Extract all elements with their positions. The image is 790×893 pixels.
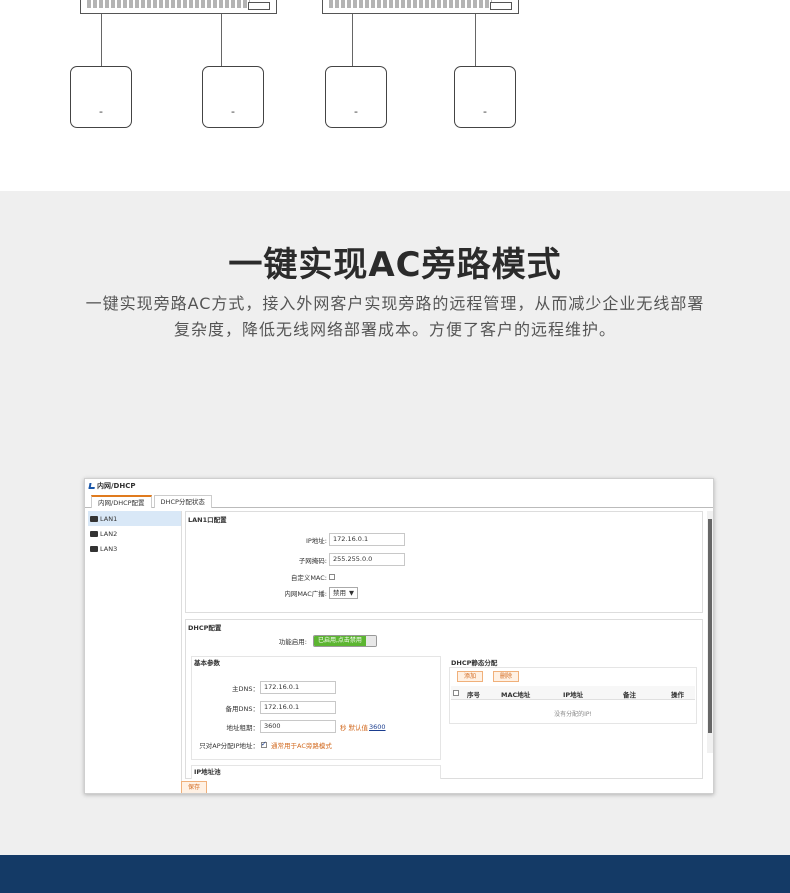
lan-sidebar: LAN1 LAN2 LAN3 <box>88 511 182 793</box>
tab-dhcp-status[interactable]: DHCP分配状态 <box>153 495 212 508</box>
lease-input[interactable]: 3600 <box>260 720 336 733</box>
ap-only-row: 只对AP分配IP地址： 通常用于AC旁路模式 <box>185 740 332 750</box>
sidebar-item-lan3[interactable]: LAN3 <box>88 541 181 556</box>
dhcp-config-title: DHCP配置 <box>188 624 222 632</box>
dhcp-enable-toggle[interactable]: 已启用,点击禁用 <box>313 635 377 647</box>
ip-pool-title: IP地址池 <box>194 768 221 776</box>
ip-input[interactable]: 172.16.0.1 <box>329 533 405 546</box>
ap-label: - <box>483 105 487 118</box>
static-table-header: 序号 MAC地址 IP地址 备注 操作 <box>451 686 695 700</box>
mask-row: 子网掩码: 255.255.0.0 <box>185 553 405 566</box>
ap-device-box: - <box>70 66 132 128</box>
lan-port-icon <box>90 545 98 552</box>
switch-left <box>80 0 277 14</box>
ip-pool-group <box>191 765 441 779</box>
broadcast-row: 内网MAC广播: 禁用 ▼ <box>185 587 358 599</box>
column-header: 序号 <box>467 691 480 699</box>
custom-mac-row: 自定义MAC: <box>185 572 335 582</box>
switch-ports <box>329 0 492 8</box>
tab-bar: 内网/DHCP配置 DHCP分配状态 <box>85 495 713 508</box>
backup-dns-input[interactable]: 172.16.0.1 <box>260 701 336 714</box>
lease-row: 地址租期： 3600 秒 默认值 3600 <box>185 720 386 733</box>
lease-label: 地址租期： <box>226 723 260 732</box>
ap-label: - <box>99 105 103 118</box>
dhcp-enable-row: 功能启用: 已启用,点击禁用 <box>185 635 377 647</box>
connector-line <box>352 14 353 66</box>
ap-device-box: - <box>325 66 387 128</box>
custom-mac-label: 自定义MAC: <box>290 574 327 582</box>
backup-dns-label: 备用DNS： <box>225 704 260 713</box>
column-header: 备注 <box>623 691 636 699</box>
mask-input[interactable]: 255.255.0.0 <box>329 553 405 566</box>
primary-dns-row: 主DNS： 172.16.0.1 <box>185 681 336 694</box>
lease-default-link[interactable]: 3600 <box>369 723 386 731</box>
panel-header: 内网/DHCP <box>85 479 713 493</box>
switch-ports <box>87 0 250 8</box>
ap-only-label: 只对AP分配IP地址： <box>199 742 259 750</box>
feature-title: 一键实现AC旁路模式 <box>228 245 562 285</box>
tab-dhcp-config[interactable]: 内网/DHCP配置 <box>91 495 152 508</box>
scrollbar-thumb[interactable] <box>708 519 712 733</box>
ip-label: IP地址: <box>305 536 327 545</box>
mask-label: 子网掩码: <box>298 556 327 565</box>
connector-line <box>475 14 476 66</box>
ap-label: - <box>231 105 235 118</box>
lease-default-prefix: 默认值 <box>348 723 369 732</box>
config-main: LAN1口配置 IP地址: 172.16.0.1 子网掩码: 255.255.0… <box>185 511 707 779</box>
breadcrumb: 内网/DHCP <box>97 482 136 490</box>
lan-config-title: LAN1口配置 <box>188 516 227 524</box>
vertical-scrollbar[interactable] <box>707 511 713 753</box>
custom-mac-checkbox[interactable] <box>329 574 335 580</box>
ap-only-hint: 通常用于AC旁路模式 <box>271 742 332 750</box>
primary-dns-input[interactable]: 172.16.0.1 <box>260 681 336 694</box>
column-header: IP地址 <box>563 691 584 699</box>
add-button[interactable]: 添加 <box>457 671 484 682</box>
switch-right <box>322 0 519 14</box>
sidebar-item-label: LAN2 <box>100 529 118 538</box>
connector-line <box>221 14 222 66</box>
lan-port-icon <box>90 530 98 537</box>
ap-label: - <box>354 105 358 118</box>
save-button[interactable]: 保存 <box>181 781 208 793</box>
basic-params-title: 基本参数 <box>194 659 220 667</box>
delete-button[interactable]: 删除 <box>493 671 520 682</box>
column-header: MAC地址 <box>501 691 531 699</box>
static-alloc-title: DHCP静态分配 <box>451 659 498 667</box>
ip-row: IP地址: 172.16.0.1 <box>185 533 405 546</box>
column-header: 操作 <box>671 691 684 699</box>
switch-slot <box>490 2 512 10</box>
empty-table-message: 没有分配的IP! <box>554 711 592 718</box>
backup-dns-row: 备用DNS： 172.16.0.1 <box>185 701 336 714</box>
sidebar-item-label: LAN1 <box>100 514 118 523</box>
broadcast-label: 内网MAC广播: <box>284 590 327 598</box>
toggle-on-label: 已启用,点击禁用 <box>314 636 366 646</box>
feature-description: 一键实现旁路AC方式，接入外网客户实现旁路的远程管理，从而减少企业无线部署复杂度… <box>85 294 705 339</box>
select-all-checkbox[interactable] <box>453 690 459 696</box>
sidebar-item-lan2[interactable]: LAN2 <box>88 526 181 541</box>
primary-dns-label: 主DNS： <box>232 684 259 693</box>
bottom-band <box>0 855 790 893</box>
ap-device-box: - <box>202 66 264 128</box>
router-admin-panel: 内网/DHCP 内网/DHCP配置 DHCP分配状态 LAN1 LAN2 LAN… <box>84 478 714 794</box>
sidebar-item-label: LAN3 <box>100 544 118 553</box>
broadcast-select[interactable]: 禁用 ▼ <box>329 587 358 599</box>
lease-unit: 秒 <box>340 723 347 732</box>
toggle-handle <box>365 636 376 646</box>
network-diagram: - - - - <box>0 0 790 191</box>
broadcast-value: 禁用 <box>333 589 346 597</box>
switch-slot <box>248 2 270 10</box>
breadcrumb-icon <box>88 483 96 489</box>
dhcp-enable-label: 功能启用: <box>278 638 307 646</box>
sidebar-item-lan1[interactable]: LAN1 <box>88 511 181 526</box>
ap-only-checkbox[interactable] <box>261 740 267 748</box>
lan-port-icon <box>90 515 98 522</box>
chevron-down-icon: ▼ <box>349 589 354 597</box>
ap-device-box: - <box>454 66 516 128</box>
connector-line <box>101 14 102 66</box>
